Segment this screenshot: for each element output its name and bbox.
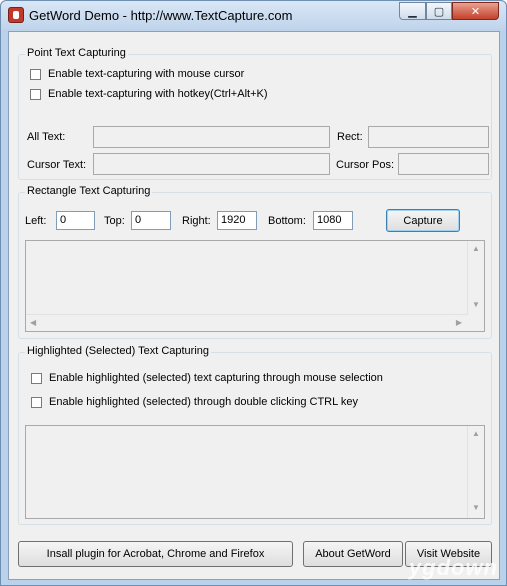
cursor-pos-label: Cursor Pos: <box>336 159 395 171</box>
highlight-capture-output[interactable]: ▲ ▼ <box>25 425 485 519</box>
left-input[interactable]: 0 <box>56 211 95 230</box>
maximize-button[interactable]: ▢ <box>426 2 452 20</box>
mouse-cursor-checkbox[interactable] <box>30 68 41 80</box>
ctrl-key-checkbox-row[interactable]: Enable highlighted (selected) through do… <box>31 396 358 408</box>
highlight-output-vscroll[interactable]: ▲ ▼ <box>467 426 484 518</box>
hotkey-checkbox-row[interactable]: Enable text-capturing with hotkey(Ctrl+A… <box>30 88 268 100</box>
hotkey-checkbox-label: Enable text-capturing with hotkey(Ctrl+A… <box>48 88 268 100</box>
app-window: GetWord Demo - http://www.TextCapture.co… <box>0 0 507 586</box>
ctrl-key-checkbox[interactable] <box>31 396 42 408</box>
install-plugin-button[interactable]: Insall plugin for Acrobat, Chrome and Fi… <box>18 541 293 567</box>
all-text-field[interactable] <box>93 126 330 148</box>
cursor-text-field[interactable] <box>93 153 330 175</box>
rect-field[interactable] <box>368 126 489 148</box>
scroll-up-icon[interactable]: ▲ <box>472 430 480 438</box>
mouse-cursor-checkbox-label: Enable text-capturing with mouse cursor <box>48 68 245 80</box>
rect-output-vscroll[interactable]: ▲ ▼ <box>467 241 484 315</box>
right-input[interactable]: 1920 <box>217 211 257 230</box>
left-label: Left: <box>25 215 47 227</box>
rect-label: Rect: <box>337 131 363 143</box>
rect-capture-group: Rectangle Text Capturing Left: 0 Top: 0 … <box>18 185 492 339</box>
client-area: Point Text Capturing Enable text-capturi… <box>8 31 500 580</box>
mouse-selection-checkbox-row[interactable]: Enable highlighted (selected) text captu… <box>31 372 383 384</box>
mouse-selection-checkbox[interactable] <box>31 372 42 384</box>
cursor-pos-field[interactable] <box>398 153 489 175</box>
rect-capture-label: Rectangle Text Capturing <box>25 185 153 197</box>
cursor-text-label: Cursor Text: <box>27 159 87 171</box>
hotkey-checkbox[interactable] <box>30 88 41 100</box>
close-icon: ✕ <box>470 5 481 18</box>
minimize-button[interactable]: ▁ <box>399 2 426 20</box>
close-button[interactable]: ✕ <box>452 2 499 20</box>
highlight-capture-label: Highlighted (Selected) Text Capturing <box>25 345 212 357</box>
scroll-right-icon[interactable]: ▶ <box>456 319 462 327</box>
scroll-up-icon[interactable]: ▲ <box>472 245 480 253</box>
capture-button[interactable]: Capture <box>386 209 460 232</box>
top-input[interactable]: 0 <box>131 211 171 230</box>
title-bar[interactable]: GetWord Demo - http://www.TextCapture.co… <box>1 1 506 31</box>
about-button[interactable]: About GetWord <box>303 541 403 567</box>
right-label: Right: <box>182 215 211 227</box>
watermark-logo: ygdown <box>408 555 498 580</box>
scroll-left-icon[interactable]: ◀ <box>30 319 36 327</box>
scroll-down-icon[interactable]: ▼ <box>472 504 480 512</box>
maximize-icon: ▢ <box>433 5 445 18</box>
mouse-selection-checkbox-label: Enable highlighted (selected) text captu… <box>49 372 383 384</box>
all-text-label: All Text: <box>27 131 66 143</box>
bottom-input[interactable]: 1080 <box>313 211 353 230</box>
scroll-down-icon[interactable]: ▼ <box>472 301 480 309</box>
app-icon <box>8 7 24 23</box>
point-capture-label: Point Text Capturing <box>25 47 128 59</box>
rect-capture-output[interactable]: ▲ ▼ ◀ ▶ <box>25 240 485 332</box>
highlight-capture-group: Highlighted (Selected) Text Capturing En… <box>18 345 492 525</box>
top-label: Top: <box>104 215 125 227</box>
point-capture-group: Point Text Capturing Enable text-capturi… <box>18 47 492 180</box>
mouse-cursor-checkbox-row[interactable]: Enable text-capturing with mouse cursor <box>30 68 244 80</box>
ctrl-key-checkbox-label: Enable highlighted (selected) through do… <box>49 396 358 408</box>
rect-output-hscroll[interactable]: ◀ ▶ <box>26 314 467 331</box>
window-title: GetWord Demo - http://www.TextCapture.co… <box>29 8 293 23</box>
minimize-icon: ▁ <box>408 5 417 18</box>
bottom-label: Bottom: <box>268 215 306 227</box>
